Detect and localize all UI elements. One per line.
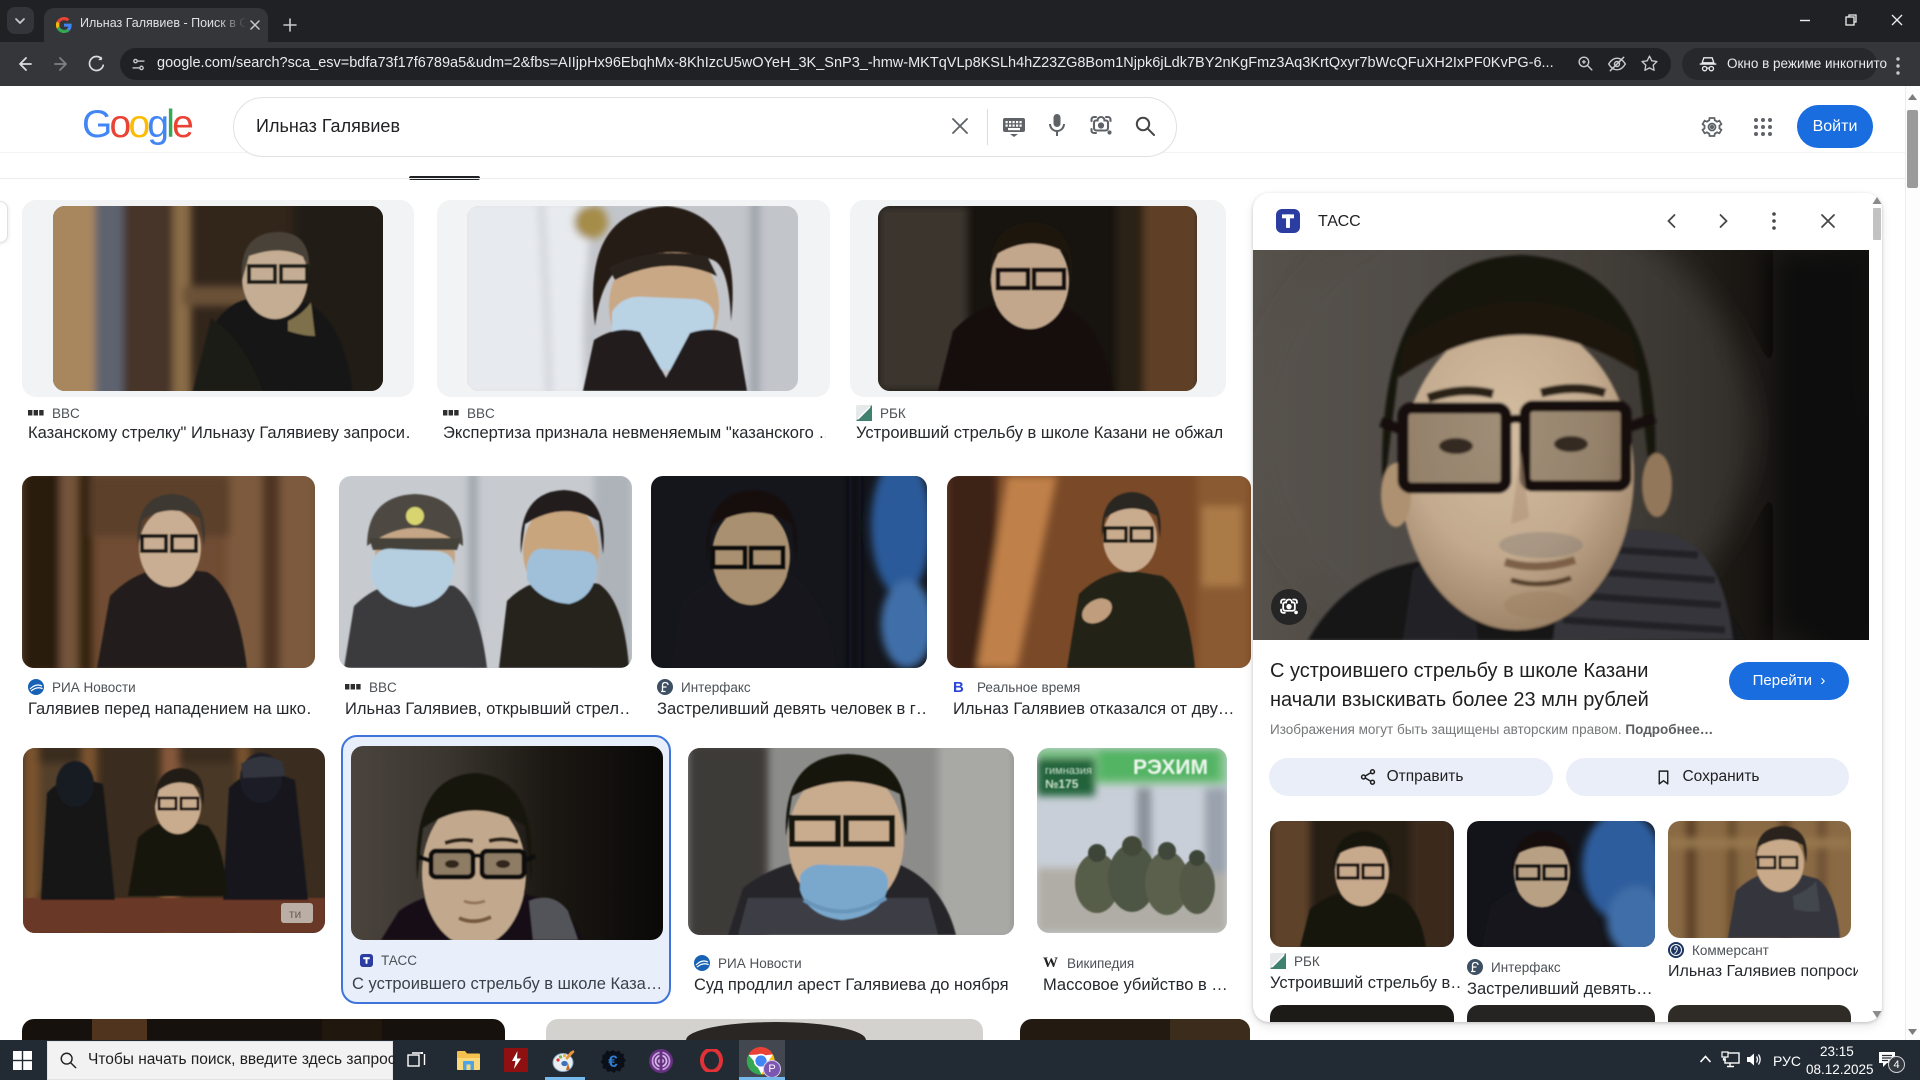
svg-text:№175: №175 [1045, 777, 1079, 791]
svg-text:гимназия: гимназия [1045, 765, 1092, 777]
svg-text:РЭХИМ: РЭХИМ [1133, 756, 1208, 779]
svg-text:€: € [608, 1052, 618, 1071]
svg-text:ти: ти [289, 907, 301, 921]
